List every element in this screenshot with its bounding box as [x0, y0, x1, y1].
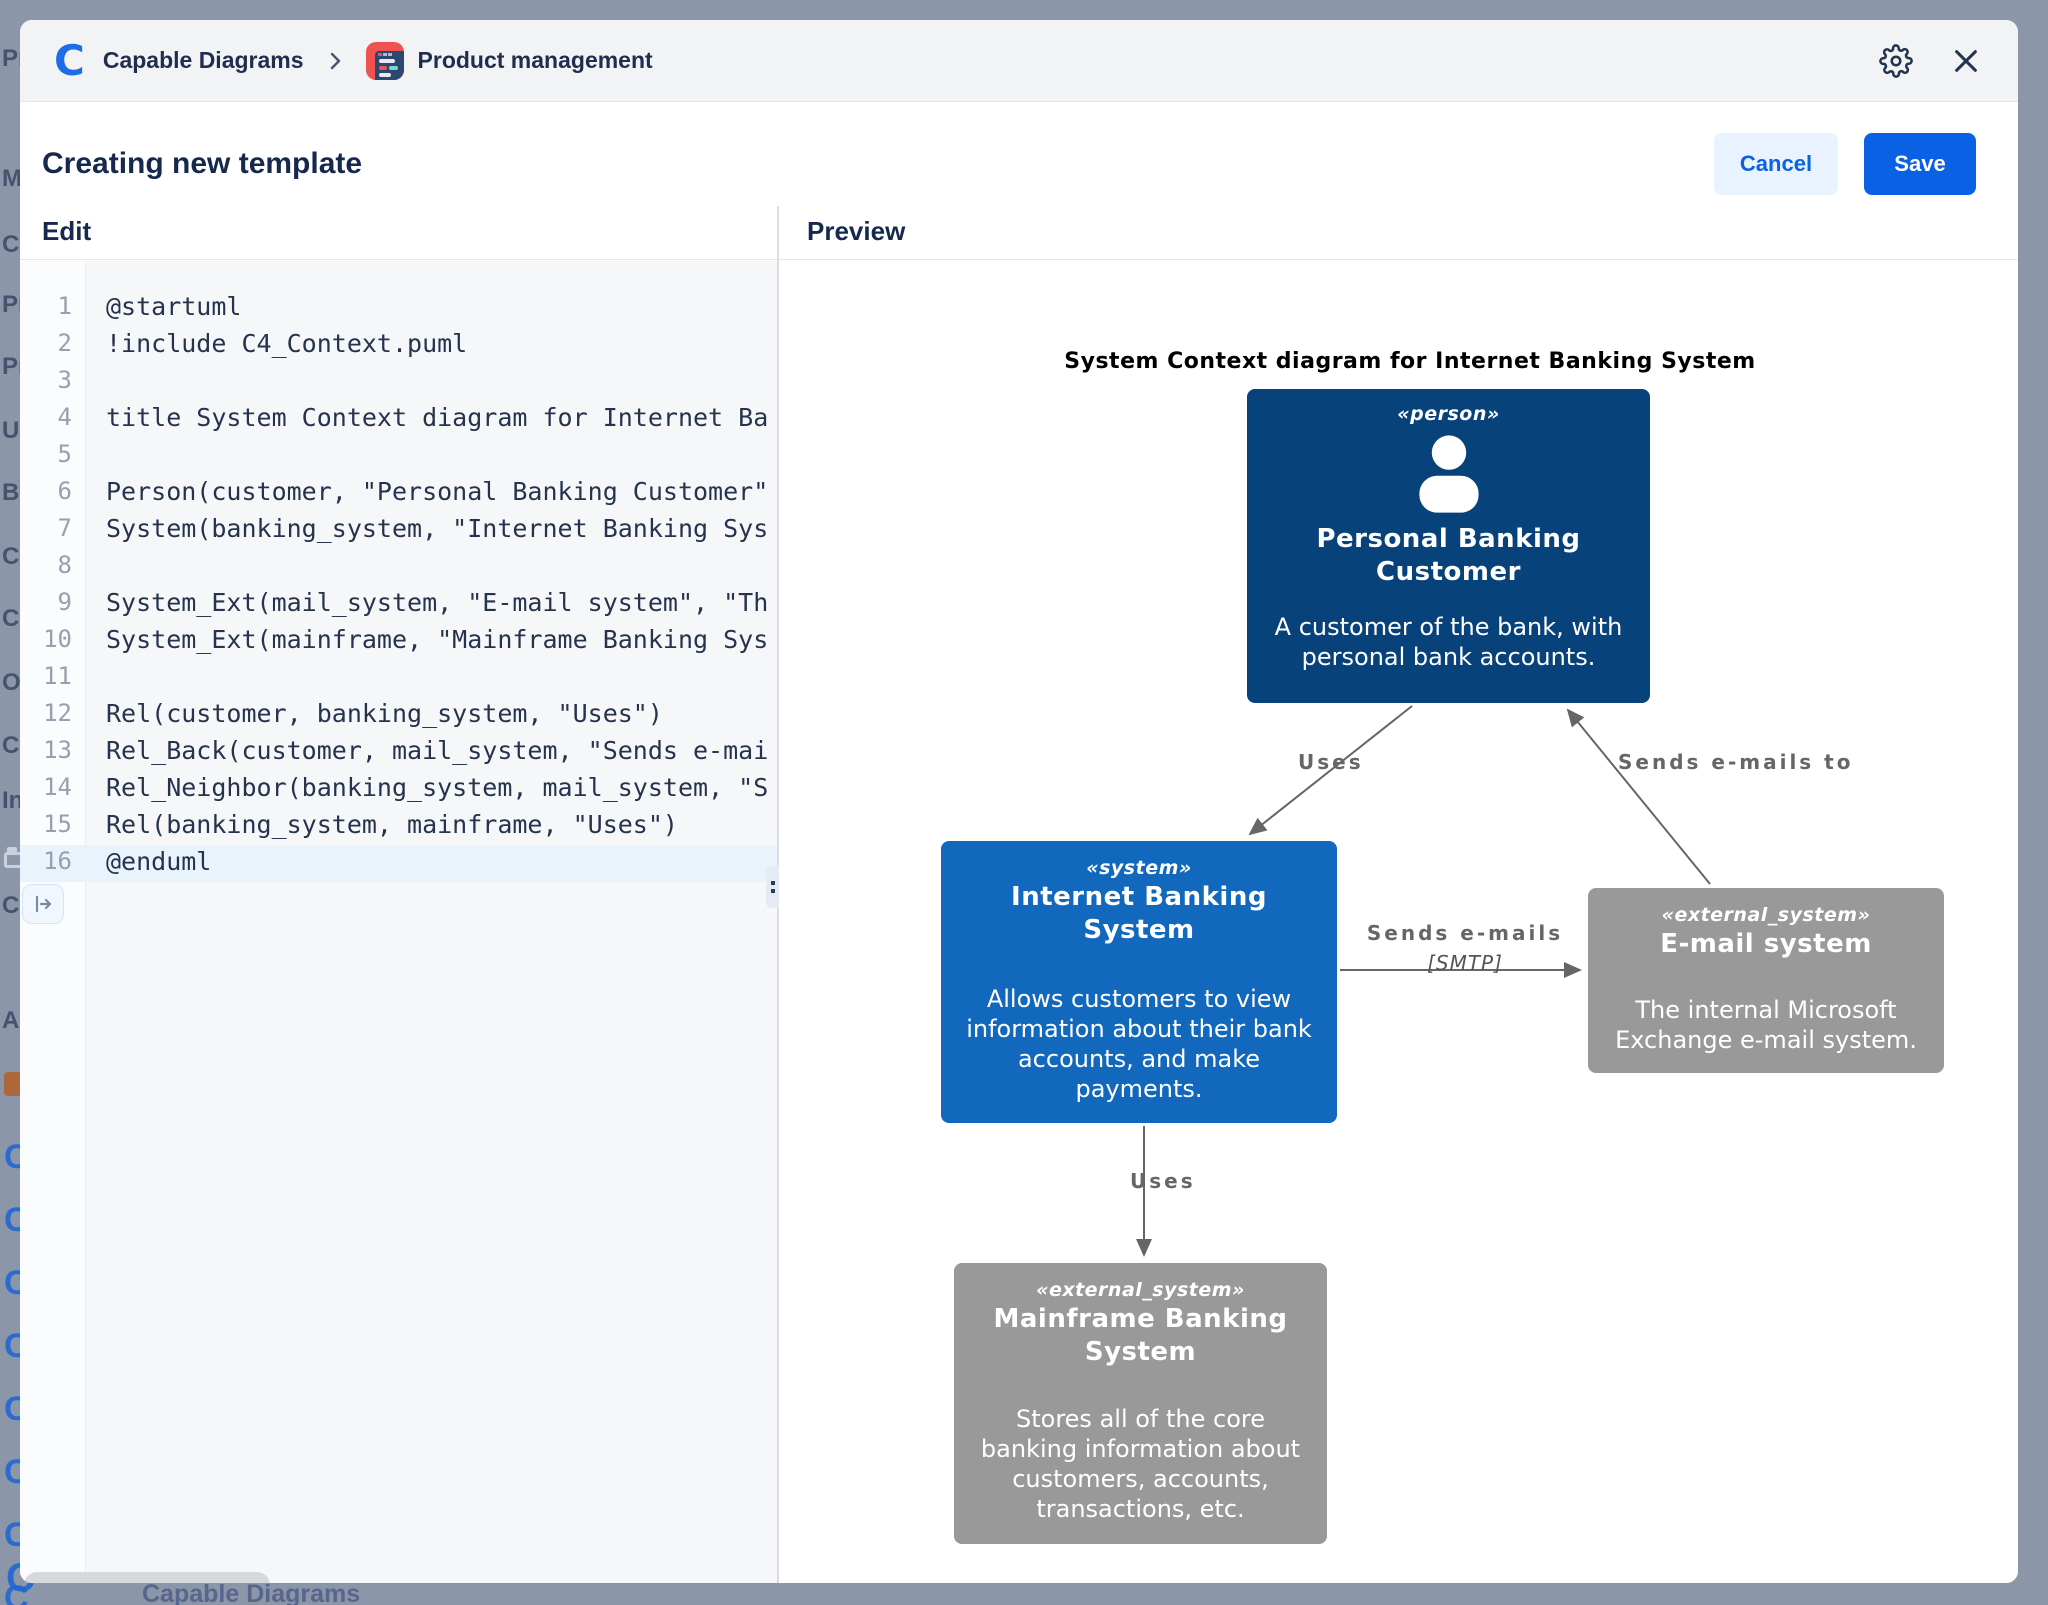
page-title: Creating new template	[42, 147, 362, 181]
line-number: 6	[20, 473, 72, 510]
code-line	[106, 547, 777, 584]
line-number: 4	[20, 399, 72, 436]
line-number: 2	[20, 325, 72, 362]
node-personal-banking-customer: «person» Personal Banking Customer A cus…	[1247, 389, 1650, 703]
diagram-preview: System Context diagram for Internet Bank…	[779, 261, 2018, 1583]
line-number: 10	[20, 621, 72, 658]
edge-sublabel-smtp: [SMTP]	[1350, 951, 1580, 975]
code-line: System_Ext(mainframe, "Mainframe Banking…	[106, 621, 777, 658]
capable-diagrams-logo-icon: C	[54, 40, 85, 82]
code-line: Person(customer, "Personal Banking Custo…	[106, 473, 777, 510]
preview-pane-title: Preview	[807, 216, 905, 247]
code-line: @enduml	[106, 843, 777, 880]
line-number: 9	[20, 584, 72, 621]
node-stereotype: «external_system»	[1036, 1279, 1245, 1301]
sidebar-expand-button[interactable]	[22, 884, 64, 924]
line-number: 11	[20, 658, 72, 695]
code-line	[106, 658, 777, 695]
settings-gear-icon[interactable]	[1878, 43, 1914, 79]
edge-label-uses-2: Uses	[1130, 1169, 1196, 1193]
code-line: Rel(banking_system, mainframe, "Uses")	[106, 806, 777, 843]
code-editor[interactable]: 12345678910111213141516 @startuml!includ…	[20, 261, 777, 1583]
line-number: 12	[20, 695, 72, 732]
code-text: @startuml!include C4_Context.pumltitle S…	[106, 288, 777, 880]
node-email-system: «external_system» E-mail system The inte…	[1588, 888, 1944, 1073]
breadcrumb-bar: C Capable Diagrams Product management	[20, 20, 2018, 102]
node-description: Allows customers to view information abo…	[963, 984, 1315, 1104]
node-name: Personal Banking Customer	[1269, 523, 1628, 588]
line-number: 16	[20, 843, 72, 880]
template-editor-modal: C Capable Diagrams Product management	[20, 20, 2018, 1583]
expand-right-icon	[31, 892, 55, 916]
line-number: 15	[20, 806, 72, 843]
pane-headers: Edit Preview	[20, 206, 2018, 260]
node-name: Mainframe Banking System	[976, 1303, 1305, 1368]
code-line: !include C4_Context.puml	[106, 325, 777, 362]
node-name: Internet Banking System	[963, 881, 1315, 946]
background-bottom-text: Capable Diagrams	[142, 1580, 360, 1605]
node-internet-banking-system: «system» Internet Banking System Allows …	[941, 841, 1337, 1123]
close-icon[interactable]	[1948, 43, 1984, 79]
product-management-icon	[366, 42, 404, 80]
line-number: 3	[20, 362, 72, 399]
code-line: System(banking_system, "Internet Banking…	[106, 510, 777, 547]
edit-pane-title: Edit	[42, 216, 91, 247]
node-stereotype: «person»	[1397, 403, 1499, 425]
node-stereotype: «external_system»	[1662, 904, 1871, 926]
screen: PrMClPrPrUlByCaCaOClInCrAP C Capable Dia…	[0, 0, 2048, 1605]
breadcrumb-app[interactable]: Capable Diagrams	[103, 47, 304, 74]
node-description: The internal Microsoft Exchange e-mail s…	[1606, 995, 1926, 1055]
code-line	[106, 362, 777, 399]
edge-label-sends-emails: Sends e-mails	[1350, 921, 1580, 945]
code-line	[106, 436, 777, 473]
code-line: System_Ext(mail_system, "E-mail system",…	[106, 584, 777, 621]
diagram-title: System Context diagram for Internet Bank…	[1020, 349, 1800, 374]
code-line: Rel(customer, banking_system, "Uses")	[106, 695, 777, 732]
code-line: @startuml	[106, 288, 777, 325]
code-line: title System Context diagram for Interne…	[106, 399, 777, 436]
edge-label-uses-1: Uses	[1298, 750, 1364, 774]
node-name: E-mail system	[1660, 928, 1872, 961]
line-number: 5	[20, 436, 72, 473]
code-line: Rel_Back(customer, mail_system, "Sends e…	[106, 732, 777, 769]
person-icon	[1401, 427, 1497, 519]
line-numbers: 12345678910111213141516	[20, 288, 72, 880]
editor-horizontal-scrollbar[interactable]	[24, 1572, 270, 1583]
line-number: 13	[20, 732, 72, 769]
cancel-button[interactable]: Cancel	[1714, 133, 1838, 195]
edge-label-sends-emails-to: Sends e-mails to	[1618, 750, 1853, 774]
line-number: 7	[20, 510, 72, 547]
line-number: 1	[20, 288, 72, 325]
breadcrumb-page[interactable]: Product management	[418, 47, 653, 74]
chevron-right-icon	[324, 50, 346, 72]
line-number: 14	[20, 769, 72, 806]
node-description: A customer of the bank, with personal ba…	[1269, 612, 1628, 672]
line-number: 8	[20, 547, 72, 584]
save-button[interactable]: Save	[1864, 133, 1976, 195]
node-description: Stores all of the core banking informati…	[976, 1404, 1305, 1524]
code-line: Rel_Neighbor(banking_system, mail_system…	[106, 769, 777, 806]
node-stereotype: «system»	[1086, 857, 1191, 879]
node-mainframe-banking-system: «external_system» Mainframe Banking Syst…	[954, 1263, 1327, 1544]
